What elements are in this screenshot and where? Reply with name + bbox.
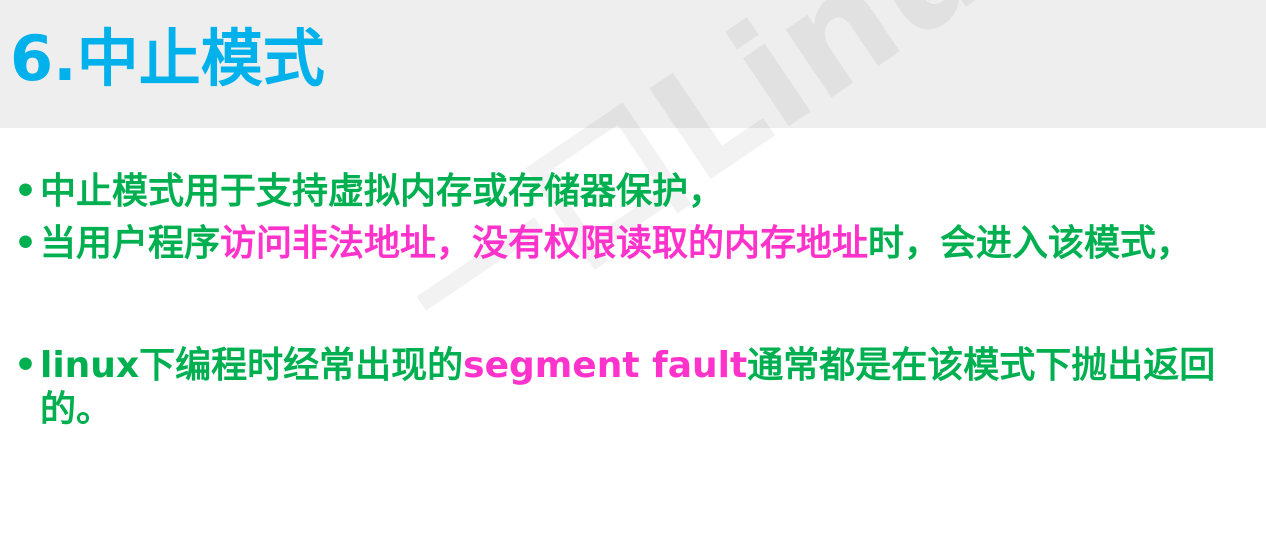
bullet-dot: • bbox=[14, 171, 38, 212]
bullet-item-illegal-access: • 当用户程序访问非法地址，没有权限读取的内存地址时，会进入该模式， bbox=[14, 222, 1254, 266]
highlighted-text: 访问非法地址，没有权限读取的内存地址 bbox=[220, 223, 869, 264]
bullet-text: 时，会进入该模式， bbox=[868, 223, 1193, 264]
highlighted-text: segment fault bbox=[463, 345, 748, 386]
bullet-item-segment-fault: • linux下编程时经常出现的segment fault通常都是在该模式下抛出… bbox=[14, 344, 1254, 432]
title-bar: 6.中止模式 bbox=[0, 0, 1266, 128]
bullet-item-virtual-memory: • 中止模式用于支持虚拟内存或存储器保护， bbox=[14, 170, 1254, 214]
bullet-text: 中止模式用于支持虚拟内存或存储器保护， bbox=[40, 171, 725, 212]
bullet-dot: • bbox=[14, 345, 38, 386]
slide-title: 6.中止模式 bbox=[10, 22, 325, 95]
bullet-text: 当用户程序 bbox=[40, 223, 221, 264]
bullet-text: linux下编程时经常出现的 bbox=[40, 345, 464, 386]
bullet-dot: • bbox=[14, 223, 38, 264]
bullet-list: • 中止模式用于支持虚拟内存或存储器保护， • 当用户程序访问非法地址，没有权限… bbox=[14, 170, 1254, 432]
